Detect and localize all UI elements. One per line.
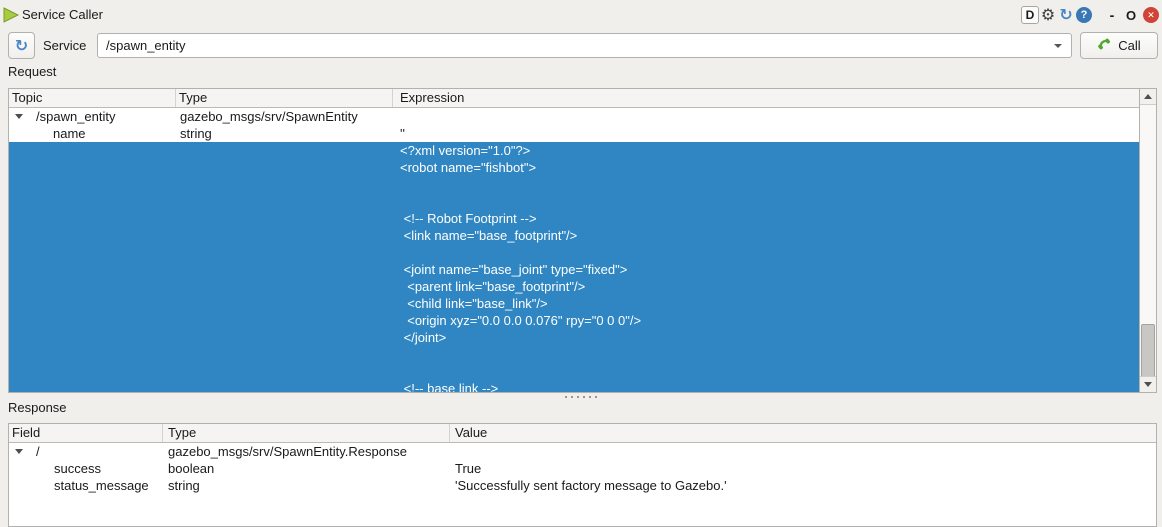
xml-expression-text: <?xml version="1.0"?> <robot name="fishb…: [400, 142, 641, 393]
table-row[interactable]: success boolean True: [9, 460, 1156, 477]
service-combobox[interactable]: /spawn_entity: [97, 33, 1072, 58]
reload-plugin-icon[interactable]: ↻: [1057, 6, 1075, 24]
expander-triangle-icon[interactable]: [15, 449, 23, 454]
close-icon[interactable]: ✕: [1143, 7, 1159, 23]
response-table-header: Field Type Value: [9, 424, 1156, 443]
call-button-label: Call: [1118, 38, 1140, 53]
topic-cell: /spawn_entity: [36, 108, 116, 125]
phone-icon: [1097, 37, 1112, 55]
call-button[interactable]: Call: [1080, 32, 1158, 59]
type-cell: string: [180, 125, 212, 142]
refresh-icon: ↻: [15, 36, 28, 56]
field-cell: /: [36, 443, 40, 460]
column-header-value[interactable]: Value: [450, 424, 1156, 442]
scroll-down-icon[interactable]: [1140, 376, 1156, 392]
plugin-title: Service Caller: [22, 0, 103, 30]
expression-cell: '': [400, 125, 405, 142]
type-cell: gazebo_msgs/srv/SpawnEntity: [180, 108, 358, 125]
service-caller-icon: [3, 7, 20, 26]
request-table-header: Topic Type Expression: [9, 89, 1139, 108]
type-cell: gazebo_msgs/srv/SpawnEntity.Response: [168, 443, 407, 460]
scrollbar-thumb[interactable]: [1141, 324, 1155, 377]
type-cell: string: [168, 477, 200, 494]
value-cell: True: [455, 460, 481, 477]
vertical-scrollbar[interactable]: [1139, 89, 1156, 392]
settings-gear-icon[interactable]: ⚙: [1039, 6, 1057, 24]
column-header-type[interactable]: Type: [163, 424, 450, 442]
table-row[interactable]: / gazebo_msgs/srv/SpawnEntity.Response: [9, 443, 1156, 460]
topic-cell: name: [53, 125, 86, 142]
help-icon[interactable]: ?: [1076, 7, 1092, 23]
response-section-label: Response: [8, 398, 67, 418]
table-row[interactable]: name string '': [9, 125, 1139, 142]
value-cell: 'Successfully sent factory message to Ga…: [455, 477, 727, 494]
response-tree-table: Field Type Value / gazebo_msgs/srv/Spawn…: [8, 423, 1157, 527]
service-label: Service: [43, 32, 86, 59]
float-window-button[interactable]: O: [1124, 8, 1138, 23]
column-header-topic[interactable]: Topic: [9, 89, 176, 107]
column-header-field[interactable]: Field: [9, 424, 163, 442]
minimize-button[interactable]: -: [1106, 7, 1118, 23]
dock-button[interactable]: D: [1021, 6, 1039, 24]
service-combobox-value: /spawn_entity: [106, 34, 186, 57]
service-caller-window: Service Caller D ⚙ ↻ ? - O ✕ ↻ Service /…: [0, 0, 1162, 527]
chevron-down-icon: [1054, 44, 1062, 48]
column-header-expression[interactable]: Expression: [393, 89, 1139, 107]
splitter-handle[interactable]: [0, 393, 1162, 401]
refresh-services-button[interactable]: ↻: [8, 32, 35, 59]
field-cell: status_message: [54, 477, 149, 494]
scroll-up-icon[interactable]: [1140, 89, 1156, 105]
selected-xml-row[interactable]: <?xml version="1.0"?> <robot name="fishb…: [9, 142, 1139, 392]
field-cell: success: [54, 460, 101, 477]
request-section-label: Request: [8, 62, 56, 82]
type-cell: boolean: [168, 460, 214, 477]
column-header-type[interactable]: Type: [176, 89, 393, 107]
request-tree-table: Topic Type Expression /spawn_entity gaze…: [8, 88, 1157, 393]
table-row[interactable]: status_message string 'Successfully sent…: [9, 477, 1156, 494]
table-row[interactable]: /spawn_entity gazebo_msgs/srv/SpawnEntit…: [9, 108, 1139, 125]
expander-triangle-icon[interactable]: [15, 114, 23, 119]
titlebar: Service Caller D ⚙ ↻ ? - O ✕: [0, 0, 1162, 30]
